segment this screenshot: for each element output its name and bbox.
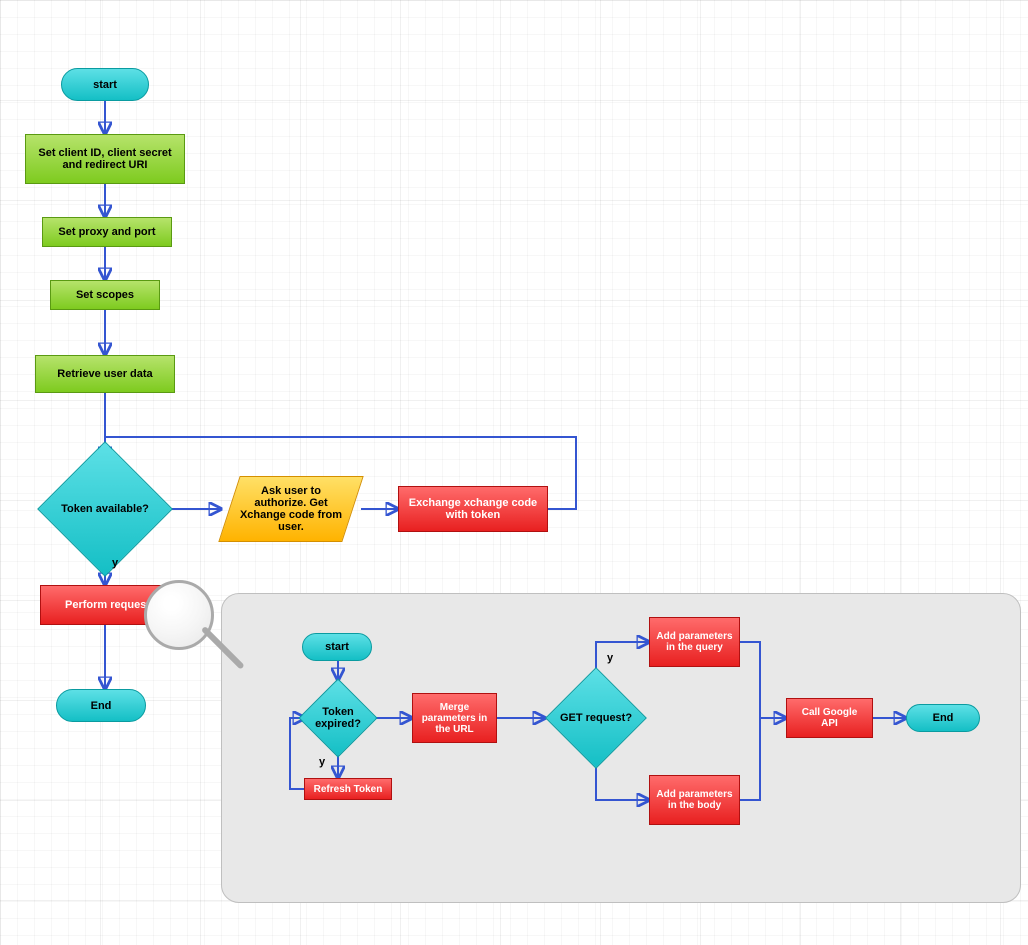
process-set-scopes: Set scopes <box>50 280 160 310</box>
process-set-scopes-label: Set scopes <box>76 289 134 301</box>
io-ask-user-authorize-label: Ask user to authorize. Get Xchange code … <box>236 485 346 533</box>
sub-process-call-google-api: Call Google API <box>786 698 873 738</box>
process-retrieve-user-data: Retrieve user data <box>35 355 175 393</box>
sub-process-add-body-params: Add parameters in the body <box>649 775 740 825</box>
flowchart-canvas: start Set client ID, client secret and r… <box>0 0 1028 945</box>
sub-edge-label-get-request-yes: y <box>607 652 613 664</box>
sub-terminator-start-label: start <box>325 641 349 653</box>
terminator-start: start <box>61 68 149 101</box>
process-exchange-code: Exchange xchange code with token <box>398 486 548 532</box>
process-perform-request: Perform request <box>40 585 175 625</box>
process-set-client: Set client ID, client secret and redirec… <box>25 134 185 184</box>
sub-process-merge-params-label: Merge parameters in the URL <box>419 702 490 735</box>
sub-process-add-query-params-label: Add parameters in the query <box>656 631 733 653</box>
sub-process-call-google-api-label: Call Google API <box>793 707 866 729</box>
process-perform-request-label: Perform request <box>65 599 150 611</box>
sub-terminator-start: start <box>302 633 372 661</box>
sub-process-add-body-params-label: Add parameters in the body <box>656 789 733 811</box>
sub-process-refresh-token-label: Refresh Token <box>314 784 383 795</box>
process-retrieve-user-data-label: Retrieve user data <box>57 368 152 380</box>
sub-process-merge-params: Merge parameters in the URL <box>412 693 497 743</box>
io-ask-user-authorize: Ask user to authorize. Get Xchange code … <box>218 476 363 542</box>
process-set-proxy-label: Set proxy and port <box>58 226 155 238</box>
sub-terminator-end-label: End <box>933 712 954 724</box>
sub-edge-label-token-expired-yes: y <box>319 756 325 768</box>
terminator-end-label: End <box>91 700 112 712</box>
process-exchange-code-label: Exchange xchange code with token <box>405 497 541 521</box>
edge-label-token-available-yes: y <box>112 557 118 569</box>
sub-process-add-query-params: Add parameters in the query <box>649 617 740 667</box>
process-set-proxy: Set proxy and port <box>42 217 172 247</box>
process-set-client-label: Set client ID, client secret and redirec… <box>32 147 178 171</box>
sub-terminator-end: End <box>906 704 980 732</box>
sub-process-refresh-token: Refresh Token <box>304 778 392 800</box>
terminator-start-label: start <box>93 79 117 91</box>
terminator-end: End <box>56 689 146 722</box>
